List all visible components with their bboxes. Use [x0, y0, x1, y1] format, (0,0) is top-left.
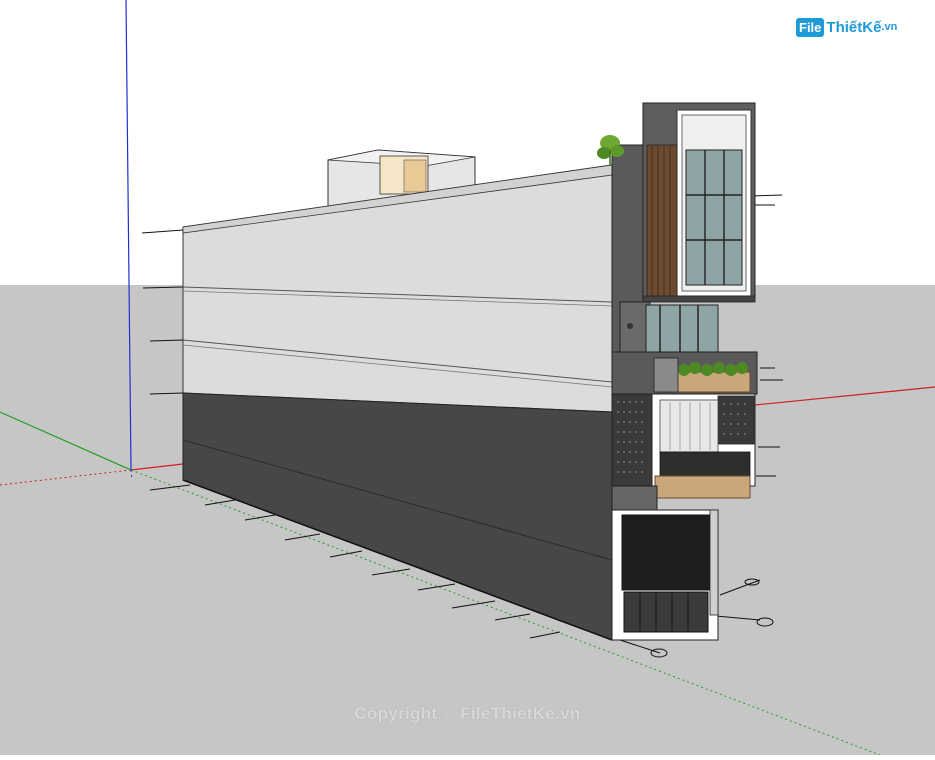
logo-box: File	[796, 17, 825, 37]
logo-text: ThiếtKế	[826, 18, 882, 36]
top-box-slab	[642, 295, 756, 303]
garage-gate	[623, 591, 709, 633]
rooftop-door	[403, 159, 427, 193]
wood-louver-panel	[646, 144, 678, 298]
balcony-railing	[659, 451, 751, 477]
wall-light	[627, 323, 633, 329]
perforated-panel-right	[717, 395, 755, 445]
logo-suffix: .vn	[881, 21, 898, 33]
garage-opening	[621, 514, 711, 591]
garage-right-pier	[709, 509, 719, 616]
curtain-window	[659, 399, 719, 453]
upper-window	[685, 149, 743, 286]
planter-grey	[653, 357, 679, 393]
model-canvas[interactable]	[0, 0, 935, 756]
site-logo: File ThiếtKế .vn	[796, 12, 897, 42]
balcony-wood-base	[654, 475, 751, 499]
model-viewport[interactable]	[0, 0, 935, 756]
balcony-slab	[611, 485, 658, 511]
copyright-watermark: Copyright © FileThietKe.vn	[354, 704, 581, 723]
mid-window	[645, 304, 719, 356]
